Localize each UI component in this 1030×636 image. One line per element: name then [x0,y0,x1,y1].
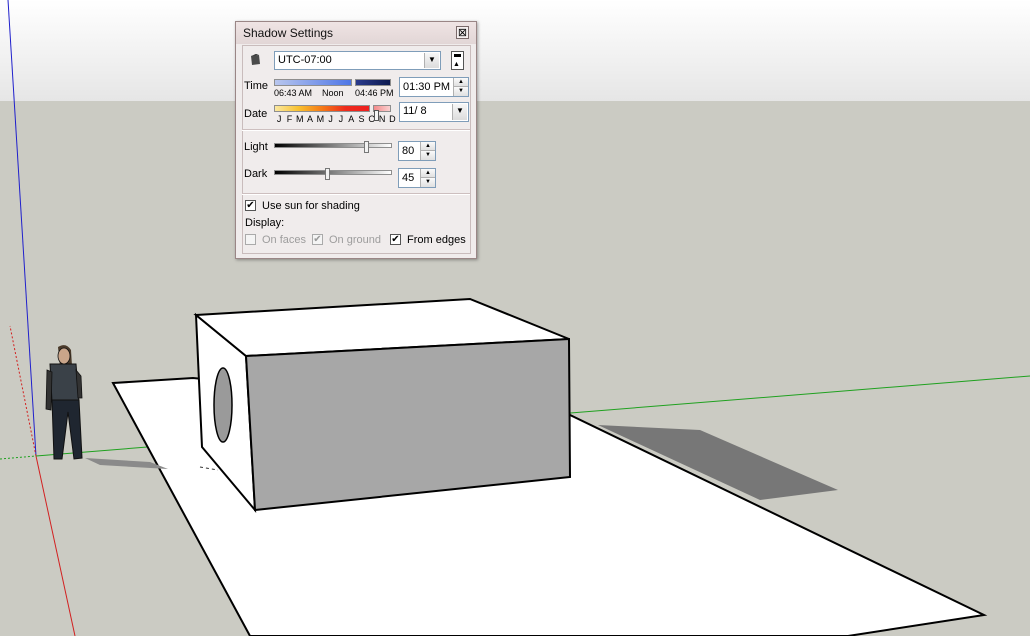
chevron-down-icon: ▼ [424,53,439,68]
modeling-viewport[interactable] [0,0,1030,636]
dark-slider[interactable] [274,167,392,181]
on-ground-label: On ground [329,234,381,246]
light-slider-thumb[interactable] [364,141,369,153]
dialog-title: Shadow Settings [243,26,334,40]
dark-up-icon[interactable]: ▲ [421,169,435,178]
close-button[interactable]: ⊠ [456,26,469,39]
time-label: Time [244,80,269,92]
shadow-toggle-icon[interactable] [247,52,264,69]
on-ground-checkbox[interactable]: ✔ [312,234,323,245]
month-labels: JFMAMJJASOND [276,114,396,124]
date-slider-thumb[interactable] [374,110,379,121]
on-faces-checkbox[interactable] [245,234,256,245]
shadow-settings-dialog: Shadow Settings ⊠ UTC-07:00 ▼ ▲ Time 06:… [235,21,477,259]
sunset-time: 04:46 PM [355,88,394,98]
light-slider-track [274,143,392,148]
dark-spinner[interactable]: 45 ▲ ▼ [398,168,436,188]
from-edges-checkbox[interactable]: ✔ [390,234,401,245]
display-label: Display: [245,217,285,229]
chevron-down-icon: ▼ [452,104,467,120]
light-label: Light [244,141,268,153]
light-spinner[interactable]: 80 ▲ ▼ [398,141,436,161]
light-slider[interactable] [274,140,392,154]
separator [242,193,470,195]
date-select[interactable]: 11/ 8 ▼ [399,102,469,122]
collapse-panel-button[interactable]: ▲ [451,51,464,70]
dark-slider-thumb[interactable] [325,168,330,180]
use-sun-label: Use sun for shading [262,200,360,212]
dark-slider-track [274,170,392,175]
date-label: Date [244,108,268,120]
dark-down-icon[interactable]: ▼ [421,178,435,187]
dialog-titlebar[interactable]: Shadow Settings ⊠ [236,22,476,44]
from-edges-label: From edges [407,234,466,246]
noon-label: Noon [322,88,344,98]
sky [0,0,1030,101]
light-down-icon[interactable]: ▼ [421,151,435,160]
box-hole [213,367,233,443]
sunrise-time: 06:43 AM [274,88,313,98]
time-slider-track-day [274,79,352,86]
time-spinner[interactable]: 01:30 PM ▲ ▼ [399,77,469,97]
time-up-icon[interactable]: ▲ [454,78,468,87]
time-down-icon[interactable]: ▼ [454,87,468,96]
timezone-select[interactable]: UTC-07:00 ▼ [274,51,441,70]
time-slider-track-night [355,79,391,86]
separator [242,129,470,131]
light-up-icon[interactable]: ▲ [421,142,435,151]
use-sun-checkbox[interactable]: ✔ [245,200,256,211]
dark-label: Dark [244,168,268,180]
on-faces-label: On faces [262,234,307,246]
date-slider-track [274,105,370,112]
